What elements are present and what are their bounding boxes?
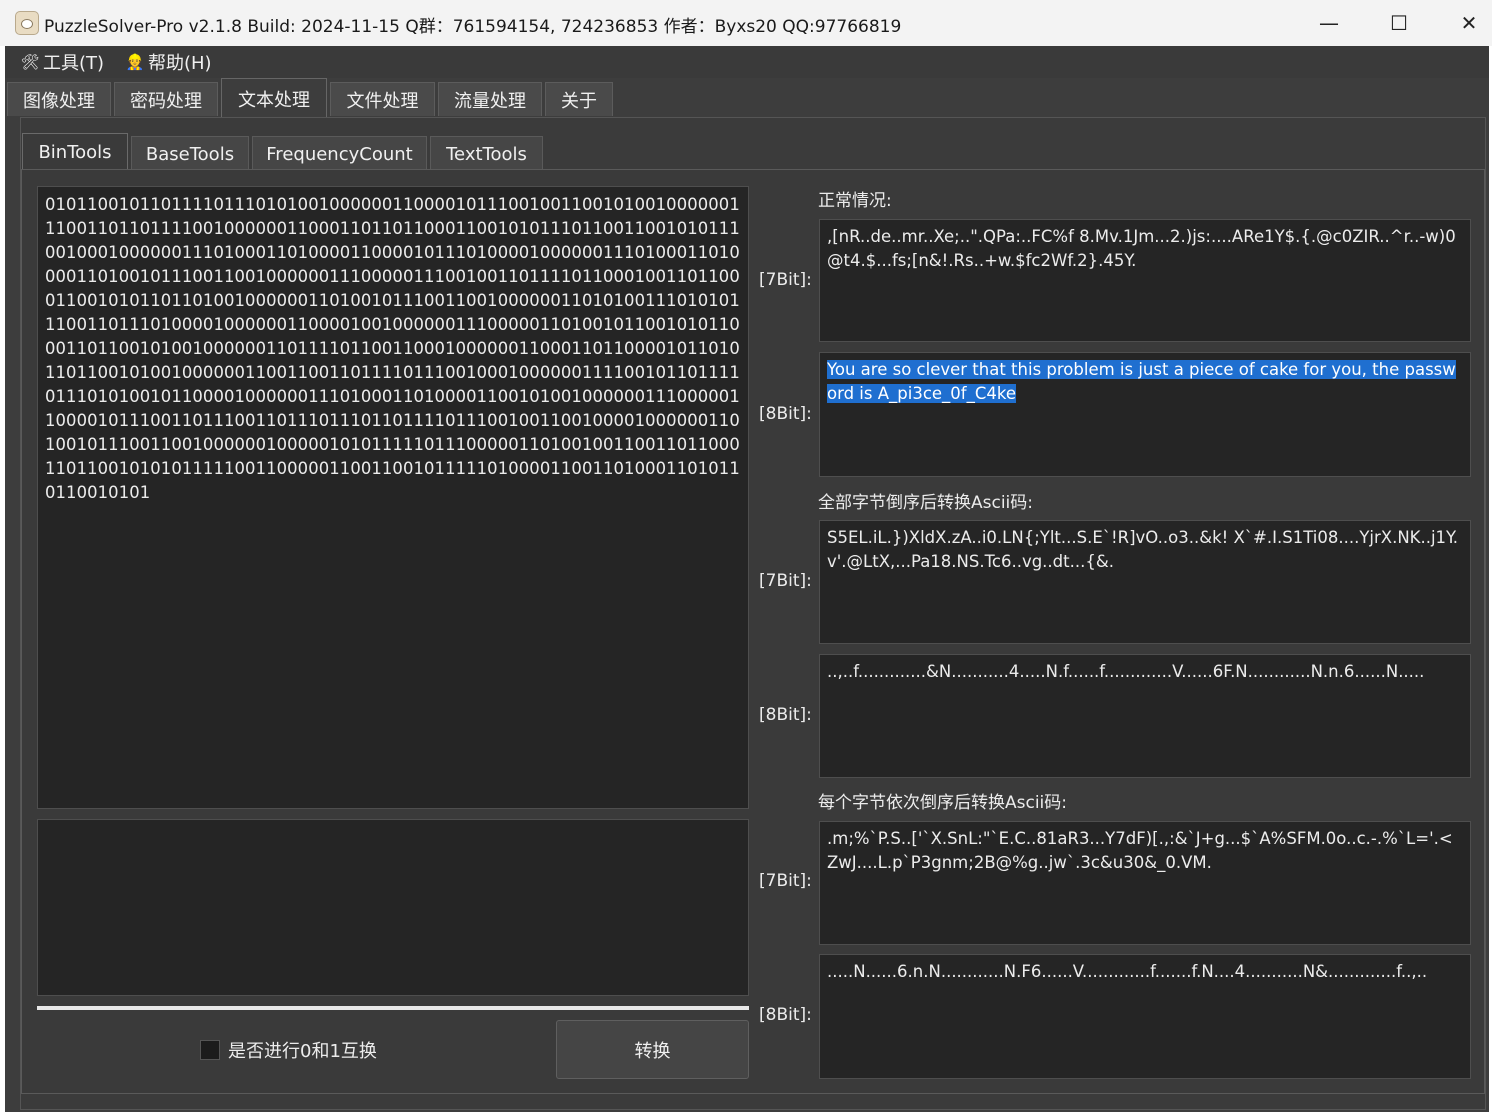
section-reverse-each-7bit-label: [7Bit]: — [759, 871, 812, 891]
section-reverse-all-8bit-label: [8Bit]: — [759, 705, 812, 725]
tab-about[interactable]: 关于 — [545, 82, 613, 116]
section-reverse-each-title: 每个字节依次倒序后转换Ascii码: — [818, 793, 1068, 813]
menu-tools-label: 工具(T) — [43, 53, 105, 74]
section-reverse-each-8bit-output[interactable]: .....N......6.n.N............N.F6......V… — [819, 954, 1471, 1079]
progress-bar — [37, 1006, 749, 1010]
swap-checkbox[interactable] — [200, 1040, 220, 1060]
app-icon — [15, 11, 39, 35]
tools-icon: 🛠 — [20, 53, 40, 71]
title-bar: PuzzleSolver-Pro v2.1.8 Build: 2024-11-1… — [0, 0, 1492, 46]
section-reverse-all-8bit-output[interactable]: ..,..f.............&N...........4.....N.… — [819, 654, 1471, 778]
menu-bar: 🛠 工具(T) 👷 帮助(H) — [5, 46, 1489, 78]
subtab-frequencycount[interactable]: FrequencyCount — [252, 136, 427, 172]
section-reverse-all-7bit-label: [7Bit]: — [759, 571, 812, 591]
menu-tools[interactable]: 🛠 工具(T) — [20, 50, 105, 74]
maximize-button[interactable]: ☐ — [1364, 0, 1434, 46]
subtab-texttools[interactable]: TextTools — [430, 136, 543, 172]
output-box[interactable] — [37, 819, 749, 996]
menu-help[interactable]: 👷 帮助(H) — [126, 50, 212, 74]
section-normal-8bit-label: [8Bit]: — [759, 404, 812, 424]
section-reverse-all-title: 全部字节倒序后转换Ascii码: — [818, 493, 1034, 513]
section-normal-8bit-output[interactable]: You are so clever that this problem is j… — [819, 352, 1471, 477]
help-icon: 👷 — [125, 53, 145, 71]
binary-input[interactable]: 0101100101101111011101010010000001100001… — [37, 186, 749, 809]
window-title: PuzzleSolver-Pro v2.1.8 Build: 2024-11-1… — [44, 17, 902, 37]
subtab-basetools[interactable]: BaseTools — [131, 136, 249, 172]
section-reverse-all-7bit-output[interactable]: S5EL.iL.})XldX.zA..i0.LN{;Ylt...S.E`!R]v… — [819, 520, 1471, 644]
section-reverse-each-7bit-output[interactable]: .m;%`P.S..['`X.SnL:"`E.C..81aR3...Y7dF)[… — [819, 821, 1471, 945]
close-button[interactable]: ✕ — [1434, 0, 1492, 46]
selected-decoded-text[interactable]: You are so clever that this problem is j… — [827, 360, 1456, 403]
section-reverse-each-8bit-label: [8Bit]: — [759, 1005, 812, 1025]
subtab-bintools[interactable]: BinTools — [22, 133, 128, 171]
section-normal-7bit-output[interactable]: ,[nR..de..mr..Xe;..".QPa:..FC%f 8.Mv.1Jm… — [819, 219, 1471, 342]
swap-label: 是否进行0和1互换 — [228, 1041, 377, 1062]
app-body: 🛠 工具(T) 👷 帮助(H) 图像处理 密码处理 文本处理 文件处理 流量处理… — [5, 46, 1489, 1112]
tab-file[interactable]: 文件处理 — [330, 82, 435, 116]
minimize-button[interactable]: — — [1294, 0, 1364, 46]
tab-image[interactable]: 图像处理 — [7, 82, 111, 116]
tab-traffic[interactable]: 流量处理 — [438, 82, 542, 116]
section-normal-7bit-label: [7Bit]: — [759, 270, 812, 290]
menu-help-label: 帮助(H) — [148, 53, 212, 74]
tab-crypto[interactable]: 密码处理 — [114, 82, 218, 116]
section-normal-title: 正常情况: — [818, 191, 892, 211]
tab-text[interactable]: 文本处理 — [221, 78, 327, 118]
convert-button[interactable]: 转换 — [556, 1020, 749, 1079]
